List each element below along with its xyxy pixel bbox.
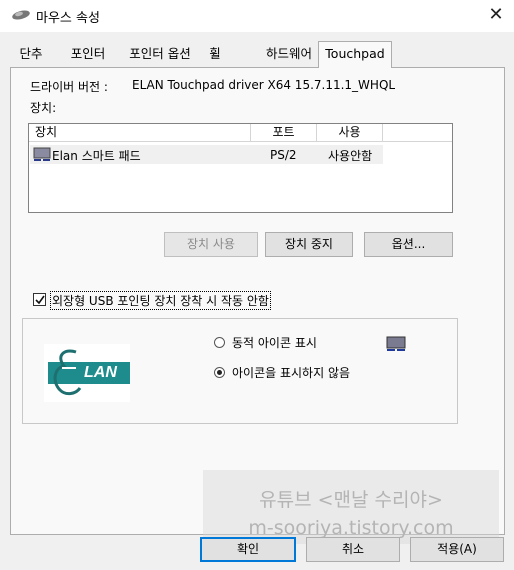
watermark-line2: m-sooriya.tistory.com [248,517,454,539]
disable-device-button[interactable]: 장치 중지 [265,232,353,257]
tab-hardware[interactable]: 하드웨어 [258,44,320,66]
device-list[interactable]: 장치 포트 사용 Elan 스마트 패드 PS/2 사용안함 [28,123,453,213]
radio-dynamic-icon[interactable] [214,337,225,348]
usb-disable-checkbox[interactable] [33,293,46,306]
radio-no-icon[interactable] [214,367,225,378]
mouse-icon [12,10,30,20]
tab-wheel[interactable]: 휠 [204,44,226,66]
device-port: PS/2 [270,148,297,162]
tab-pointers[interactable]: 포인터 [62,44,114,66]
radio-no-icon-label[interactable]: 아이콘을 표시하지 않음 [232,364,350,381]
column-empty [383,124,452,142]
tab-buttons[interactable]: 단추 [12,44,50,66]
device-status: 사용안함 [328,149,373,163]
radio-dynamic-icon-label[interactable]: 동적 아이콘 표시 [232,334,317,351]
close-button[interactable]: ✕ [478,0,514,30]
column-device[interactable]: 장치 [29,124,251,142]
devices-label: 장치: [30,101,57,115]
window-title: 마우스 속성 [36,11,100,26]
apply-button[interactable]: 적용(A) [410,537,504,562]
elan-logo: LAN [44,344,130,402]
watermark-line1: 유튜브 <맨날 수리야> [259,489,443,511]
device-name: Elan 스마트 패드 [52,149,141,163]
tab-pointer-options[interactable]: 포인터 옵션 [120,44,200,66]
driver-label: 드라이버 버전 : [30,80,108,94]
tab-divider [10,67,504,68]
usb-disable-label[interactable]: 외장형 USB 포인팅 장치 장착 시 작동 안함 [50,291,271,310]
enable-device-button[interactable]: 장치 사용 [164,232,258,257]
table-row[interactable]: Elan 스마트 패드 PS/2 사용안함 [30,145,383,164]
check-icon [35,295,45,305]
tab-touchpad[interactable]: Touchpad [318,41,392,68]
elan-e-icon [53,349,82,396]
touchpad-status-icon [386,336,406,351]
touchpad-icon [33,147,51,161]
column-status[interactable]: 사용 [317,124,383,142]
logo-text: LAN [84,364,117,381]
driver-version: ELAN Touchpad driver X64 15.7.11.1_WHQL [132,78,396,92]
ok-button[interactable]: 확인 [200,537,296,562]
column-port[interactable]: 포트 [251,124,317,142]
options-button[interactable]: 옵션... [364,232,453,257]
cancel-button[interactable]: 취소 [306,537,400,562]
